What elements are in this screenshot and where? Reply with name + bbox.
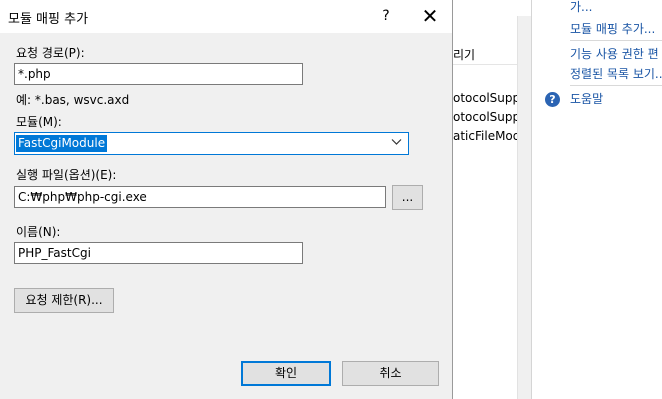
chevron-down-icon — [391, 136, 402, 150]
list-item[interactable]: otocolSuppo — [453, 107, 517, 127]
name-label: 이름(N): — [16, 225, 61, 239]
column-header-label: 리기 — [453, 48, 476, 62]
browse-button[interactable]: ... — [392, 185, 423, 210]
actions-divider — [570, 85, 662, 86]
module-label: 모듈(M): — [16, 115, 62, 129]
action-help[interactable]: 도움말 — [570, 91, 603, 107]
module-select[interactable]: FastCgiModule — [14, 132, 409, 155]
list-item[interactable]: otocolSuppo — [453, 88, 517, 108]
add-module-mapping-dialog: 모듈 매핑 추가 ? ✕ 요청 경로(P): *.php 예: *.bas, w… — [0, 0, 453, 399]
action-view-ordered-list[interactable]: 정렬된 목록 보기... — [570, 66, 662, 82]
help-button[interactable]: ? — [372, 4, 400, 28]
scrollbar[interactable] — [517, 16, 532, 399]
action-item-partial[interactable]: 가... — [570, 0, 592, 15]
executable-label: 실행 파일(옵션)(E): — [16, 168, 117, 182]
list-item[interactable]: aticFileModu — [453, 126, 517, 146]
actions-pane: 가... 모듈 매핑 추가... 기능 사용 권한 편 정렬된 목록 보기...… — [531, 0, 662, 399]
request-path-example: 예: *.bas, wsvc.axd — [16, 93, 130, 107]
dialog-title: 모듈 매핑 추가 — [8, 12, 89, 27]
name-input[interactable]: PHP_FastCgi — [14, 242, 303, 264]
close-button[interactable]: ✕ — [416, 4, 444, 28]
request-restrictions-button[interactable]: 요청 제한(R)... — [14, 288, 114, 313]
cancel-button[interactable]: 취소 — [342, 361, 439, 386]
ok-button[interactable]: 확인 — [241, 361, 331, 386]
executable-input[interactable]: C:₩php₩php-cgi.exe — [14, 186, 386, 208]
dialog-titlebar: 모듈 매핑 추가 ? ✕ — [0, 0, 452, 33]
module-select-value: FastCgiModule — [16, 135, 108, 152]
column-header[interactable]: 리기 — [453, 40, 517, 65]
actions-divider — [570, 40, 662, 41]
action-add-module-mapping[interactable]: 모듈 매핑 추가... — [570, 21, 655, 37]
request-path-label: 요청 경로(P): — [16, 46, 85, 60]
request-path-input[interactable]: *.php — [14, 63, 303, 85]
help-icon[interactable]: ? — [545, 92, 560, 107]
action-edit-feature-permissions[interactable]: 기능 사용 권한 편 — [570, 46, 659, 62]
